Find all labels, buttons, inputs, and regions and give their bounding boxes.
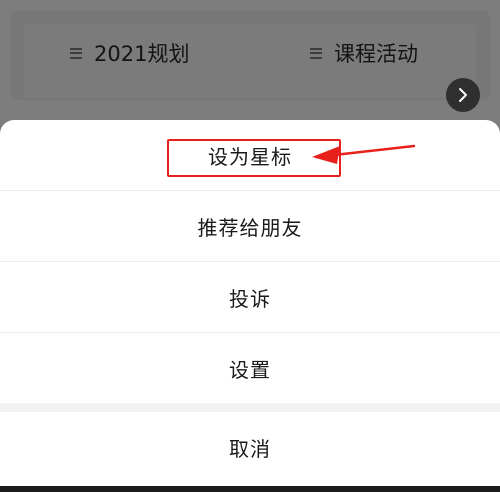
chevron-right-icon xyxy=(459,88,467,102)
cancel-label: 取消 xyxy=(229,436,271,461)
arrow-annotation-icon xyxy=(312,144,416,164)
sheet-separator xyxy=(0,403,500,412)
menu-item-label: 课程活动 xyxy=(334,42,418,66)
recommend-to-friend-button[interactable]: 推荐给朋友 xyxy=(0,191,500,261)
hamburger-icon xyxy=(310,47,322,59)
system-bottom-bar xyxy=(0,486,500,492)
settings-button[interactable]: 设置 xyxy=(0,333,500,403)
menu-item-2021-plan[interactable]: 2021规划 xyxy=(70,38,189,68)
complain-label: 投诉 xyxy=(229,286,271,311)
complain-button[interactable]: 投诉 xyxy=(0,262,500,332)
menu-item-course-activity[interactable]: 课程活动 xyxy=(310,38,418,68)
recommend-label: 推荐给朋友 xyxy=(197,215,303,240)
hamburger-icon xyxy=(70,47,82,59)
cancel-button[interactable]: 取消 xyxy=(0,412,500,482)
settings-label: 设置 xyxy=(229,357,271,382)
next-button[interactable] xyxy=(446,78,480,112)
menu-item-label: 2021规划 xyxy=(94,42,190,66)
screen: 2021规划 课程活动 设为星标 推荐给朋友 投诉 设置 取消 xyxy=(0,0,500,492)
